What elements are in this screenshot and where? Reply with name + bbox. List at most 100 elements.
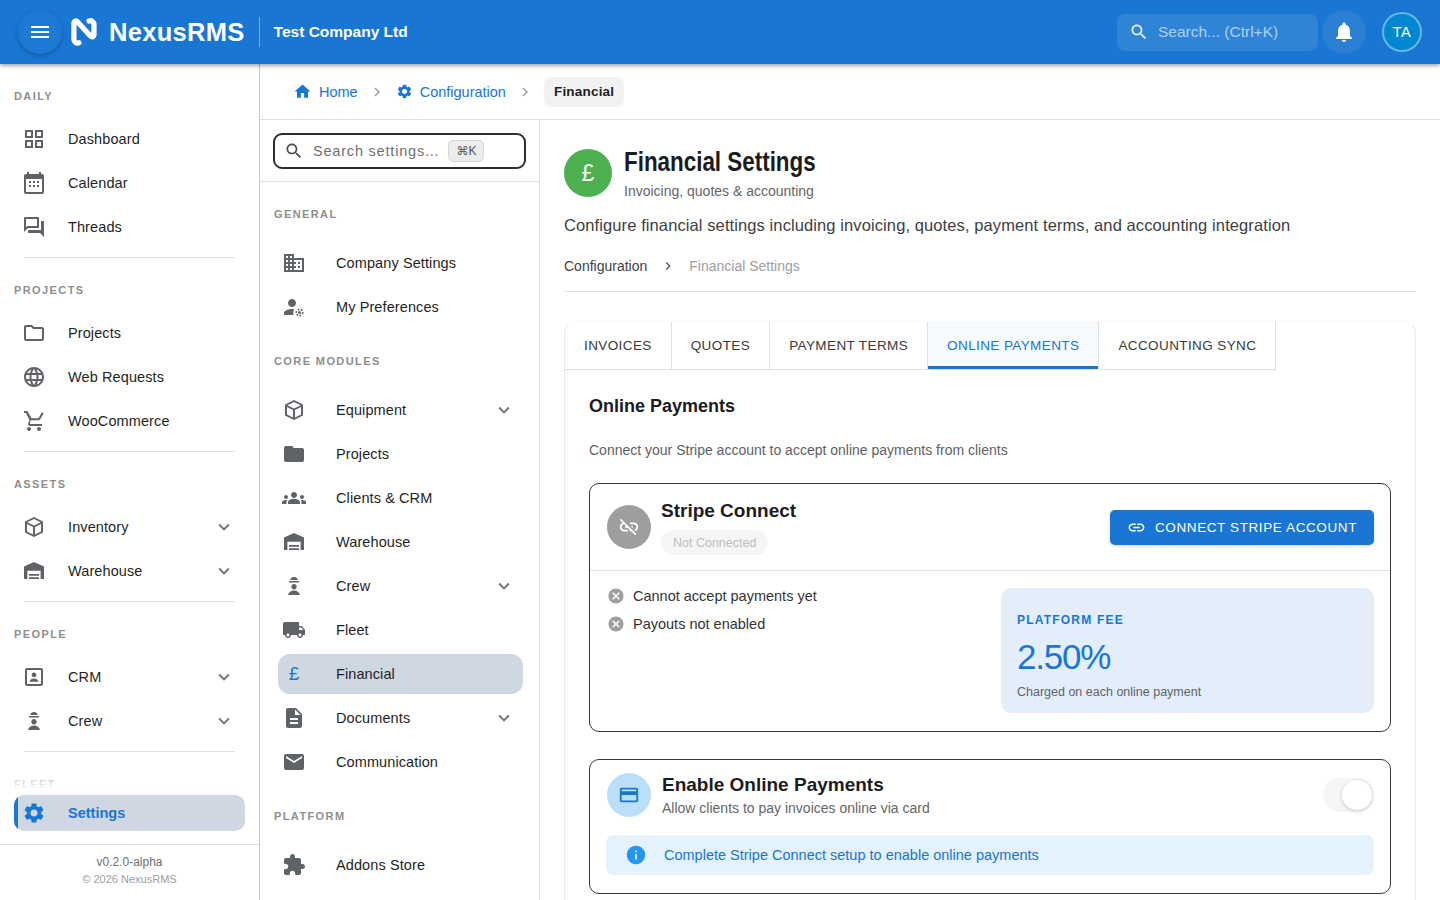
link-off-icon (618, 516, 640, 538)
settings-item-label: Clients & CRM (336, 490, 515, 506)
threads-icon (22, 215, 46, 239)
mail-icon (282, 750, 306, 774)
breadcrumb-home[interactable]: Home (293, 82, 358, 101)
search-placeholder: Search... (Ctrl+K) (1158, 23, 1278, 41)
pound-icon: £ (282, 662, 306, 686)
chevron-right-icon (368, 83, 386, 101)
chevron-down-icon (213, 710, 235, 732)
settings-item-warehouse[interactable]: Warehouse (278, 520, 523, 564)
settings-item-projects[interactable]: Projects (278, 432, 523, 476)
warehouse-icon (282, 530, 306, 554)
cancel-icon (607, 615, 625, 633)
stripe-connect-card: Stripe Connect Not Connected CONNECT STR… (589, 483, 1391, 732)
bell-icon (1332, 20, 1356, 44)
chevron-down-icon (493, 399, 515, 421)
breadcrumb-configuration[interactable]: Configuration (396, 83, 506, 100)
tab-accounting-sync[interactable]: ACCOUNTING SYNC (1099, 322, 1276, 370)
main-sidebar: DAILY Dashboard Calendar Threads PROJECT… (0, 64, 260, 900)
company-name: Test Company Ltd (274, 23, 408, 41)
header-divider (259, 17, 260, 47)
folder-icon (22, 321, 46, 345)
sidebar-item-calendar[interactable]: Calendar (0, 161, 259, 205)
status-item-payments: Cannot accept payments yet (607, 582, 1001, 610)
stripe-setup-alert-text: Complete Stripe Connect setup to enable … (664, 847, 1039, 863)
settings-item-documents[interactable]: Documents (278, 696, 523, 740)
online-payments-subheading: Connect your Stripe account to accept on… (589, 441, 1391, 459)
page-subtitle: Invoicing, quotes & accounting (624, 181, 864, 201)
settings-item-fleet[interactable]: Fleet (278, 608, 523, 652)
info-icon (625, 844, 647, 866)
sidebar-fade-overlay (0, 762, 259, 790)
global-search-input[interactable]: Search... (Ctrl+K) (1117, 14, 1318, 51)
sidebar-item-crew[interactable]: Crew (0, 699, 259, 743)
contact-card-icon (22, 665, 46, 689)
breadcrumb: Home Configuration Financial (260, 64, 1440, 120)
sidebar-item-dashboard[interactable]: Dashboard (0, 117, 259, 161)
settings-item-addons-store[interactable]: Addons Store (278, 843, 523, 887)
settings-section-core-modules: CORE MODULES (274, 353, 525, 369)
sidebar-item-warehouse[interactable]: Warehouse (0, 549, 259, 593)
credit-card-icon (618, 784, 640, 806)
document-icon (282, 706, 306, 730)
search-icon (1129, 22, 1149, 42)
settings-item-clients-crm[interactable]: Clients & CRM (278, 476, 523, 520)
sidebar-item-label: Inventory (68, 519, 213, 535)
sidebar-item-label: Dashboard (68, 131, 235, 147)
chevron-right-icon (660, 258, 676, 274)
sidebar-item-woocommerce[interactable]: WooCommerce (0, 399, 259, 443)
page-breadcrumb-parent[interactable]: Configuration (564, 257, 647, 275)
active-indicator-bar (14, 795, 18, 831)
settings-item-communication[interactable]: Communication (278, 740, 523, 784)
settings-item-my-preferences[interactable]: My Preferences (278, 285, 523, 329)
settings-item-label: Documents (336, 710, 493, 726)
connect-stripe-button[interactable]: CONNECT STRIPE ACCOUNT (1110, 510, 1374, 545)
stripe-setup-alert: Complete Stripe Connect setup to enable … (606, 835, 1374, 875)
page-description: Configure financial settings including i… (564, 215, 1416, 235)
breadcrumb-current: Financial (544, 77, 624, 107)
home-icon (293, 82, 312, 101)
sidebar-section-people: PEOPLE (14, 626, 245, 642)
settings-item-financial[interactable]: £ Financial (278, 654, 523, 694)
chevron-down-icon (213, 560, 235, 582)
notifications-button[interactable] (1322, 10, 1366, 54)
financial-settings-avatar: £ (564, 149, 612, 197)
sidebar-divider (24, 257, 235, 258)
sidebar-divider (24, 601, 235, 602)
settings-item-label: Communication (336, 754, 515, 770)
tab-quotes[interactable]: QUOTES (672, 322, 770, 370)
sidebar-item-projects[interactable]: Projects (0, 311, 259, 355)
sidebar-item-inventory[interactable]: Inventory (0, 505, 259, 549)
sidebar-item-crm[interactable]: CRM (0, 655, 259, 699)
folder-filled-icon (282, 442, 306, 466)
app-title: NexusRMS (109, 18, 245, 47)
settings-item-crew[interactable]: Crew (278, 564, 523, 608)
settings-item-equipment[interactable]: Equipment (278, 388, 523, 432)
chevron-down-icon (493, 707, 515, 729)
sidebar-item-threads[interactable]: Threads (0, 205, 259, 249)
settings-sidebar: Search settings... ⌘K GENERAL Company Se… (260, 120, 540, 900)
menu-icon (28, 20, 52, 44)
tab-online-payments[interactable]: ONLINE PAYMENTS (928, 322, 1099, 370)
platform-fee-label: PLATFORM FEE (1017, 612, 1358, 628)
chevron-down-icon (213, 516, 235, 538)
sidebar-item-label: Crew (68, 713, 213, 729)
puzzle-icon (282, 853, 306, 877)
sidebar-item-settings[interactable]: Settings (14, 795, 245, 831)
menu-button[interactable] (18, 10, 62, 54)
settings-item-company-settings[interactable]: Company Settings (278, 241, 523, 285)
tab-invoices[interactable]: INVOICES (565, 322, 672, 370)
crew-icon (22, 709, 46, 733)
sidebar-section-projects: PROJECTS (14, 282, 245, 298)
stripe-status-avatar (607, 505, 651, 549)
user-avatar[interactable]: TA (1382, 12, 1422, 52)
cancel-icon (607, 587, 625, 605)
chevron-down-icon (493, 575, 515, 597)
sidebar-item-web-requests[interactable]: Web Requests (0, 355, 259, 399)
globe-icon (22, 365, 46, 389)
enable-payments-toggle[interactable] (1323, 778, 1374, 812)
settings-search-placeholder: Search settings... (313, 143, 439, 159)
stripe-status-chip: Not Connected (661, 530, 768, 555)
settings-search-input[interactable]: Search settings... ⌘K (273, 133, 526, 169)
sidebar-item-label: CRM (68, 669, 213, 685)
tab-payment-terms[interactable]: PAYMENT TERMS (770, 322, 928, 370)
